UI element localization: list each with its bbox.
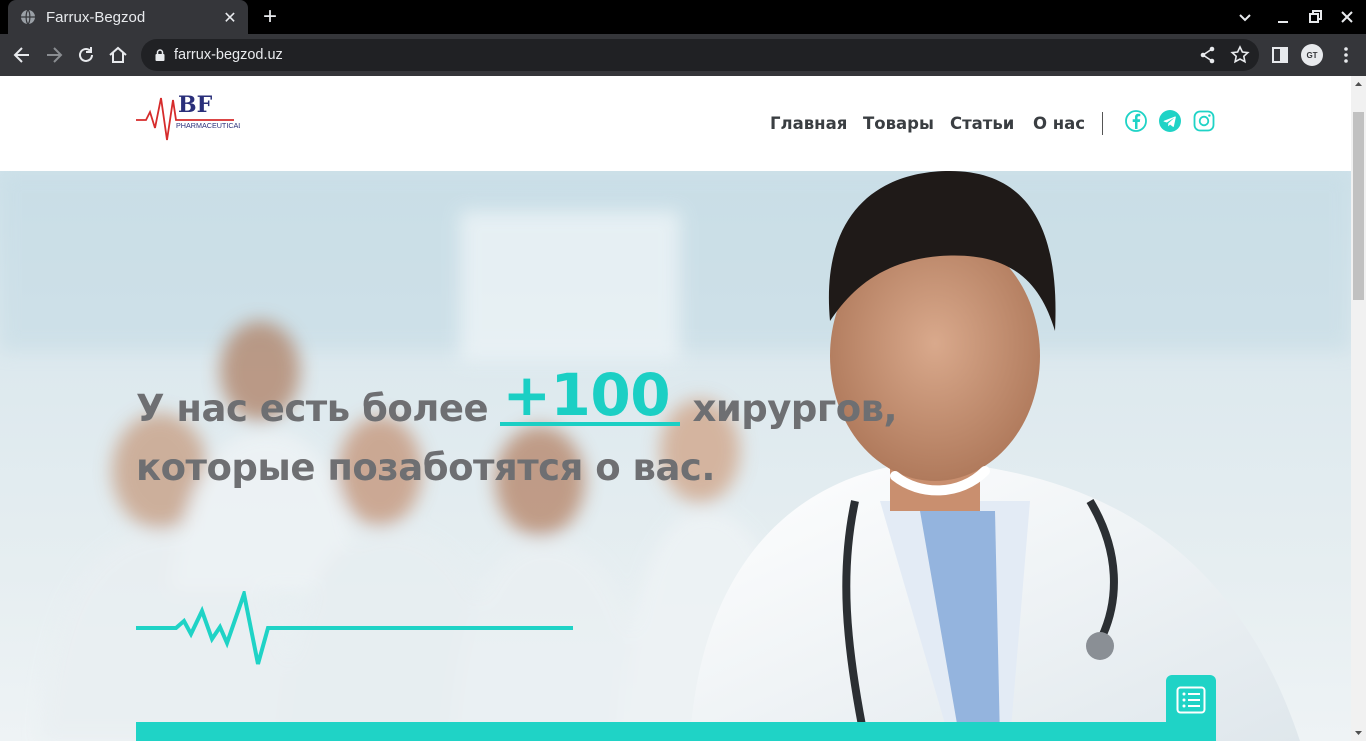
forward-icon[interactable] bbox=[43, 44, 65, 66]
hero-heading: У нас есть более +100 хирургов, которые … bbox=[136, 366, 1056, 497]
scrollbar-thumb[interactable] bbox=[1353, 112, 1364, 300]
bookmark-star-icon[interactable] bbox=[1229, 44, 1251, 66]
more-menu-icon[interactable] bbox=[1335, 44, 1357, 66]
tab-search-icon[interactable] bbox=[1236, 8, 1254, 26]
nav-divider bbox=[1102, 112, 1103, 135]
facebook-icon[interactable] bbox=[1124, 109, 1148, 133]
nav-home[interactable]: Главная bbox=[770, 114, 847, 133]
page-scrollbar[interactable] bbox=[1351, 76, 1366, 741]
hero-highlight-number: +100 bbox=[500, 366, 681, 426]
tab-strip: Farrux-Begzod ✕ + bbox=[0, 0, 1366, 34]
home-icon[interactable] bbox=[107, 44, 129, 66]
tab-close-icon[interactable]: ✕ bbox=[222, 8, 238, 27]
list-icon bbox=[1176, 686, 1206, 714]
scroll-down-arrow-icon[interactable] bbox=[1351, 724, 1366, 741]
new-tab-button[interactable]: + bbox=[258, 5, 282, 30]
hero-banner: У нас есть более +100 хирургов, которые … bbox=[0, 171, 1351, 741]
url-text[interactable]: farrux-begzod.uz bbox=[174, 47, 283, 63]
minimize-icon[interactable] bbox=[1274, 8, 1292, 26]
browser-tab[interactable]: Farrux-Begzod ✕ bbox=[8, 0, 248, 34]
hero-bottom-bar bbox=[136, 722, 1216, 741]
svg-text:BF: BF bbox=[178, 92, 213, 118]
share-icon[interactable] bbox=[1197, 44, 1219, 66]
nav-about[interactable]: О нас bbox=[1033, 114, 1085, 133]
profile-avatar[interactable]: GT bbox=[1301, 44, 1323, 66]
globe-icon bbox=[21, 9, 35, 25]
address-bar[interactable]: farrux-begzod.uz bbox=[141, 39, 1259, 71]
telegram-icon[interactable] bbox=[1158, 109, 1182, 133]
heartbeat-line-icon bbox=[136, 591, 573, 665]
list-menu-button[interactable] bbox=[1166, 675, 1216, 725]
nav-articles[interactable]: Статьи bbox=[950, 114, 1014, 133]
site-header: BF PHARMACEUTICALS Главная Товары Статьи… bbox=[0, 76, 1351, 171]
hero-heading-before: У нас есть более bbox=[136, 387, 501, 430]
page-viewport: BF PHARMACEUTICALS Главная Товары Статьи… bbox=[0, 76, 1351, 741]
close-window-icon[interactable] bbox=[1338, 8, 1356, 26]
bf-pharmaceuticals-logo[interactable]: BF PHARMACEUTICALS bbox=[136, 84, 240, 156]
side-panel-icon[interactable] bbox=[1269, 44, 1291, 66]
lock-icon[interactable] bbox=[153, 48, 167, 62]
restore-icon[interactable] bbox=[1306, 8, 1324, 26]
back-icon[interactable] bbox=[11, 44, 33, 66]
reload-icon[interactable] bbox=[75, 44, 97, 66]
svg-text:PHARMACEUTICALS: PHARMACEUTICALS bbox=[176, 121, 240, 130]
browser-toolbar: farrux-begzod.uz GT bbox=[0, 34, 1366, 76]
tab-title: Farrux-Begzod bbox=[46, 8, 146, 26]
scroll-up-arrow-icon[interactable] bbox=[1351, 76, 1366, 93]
instagram-icon[interactable] bbox=[1192, 109, 1216, 133]
nav-products[interactable]: Товары bbox=[863, 114, 934, 133]
